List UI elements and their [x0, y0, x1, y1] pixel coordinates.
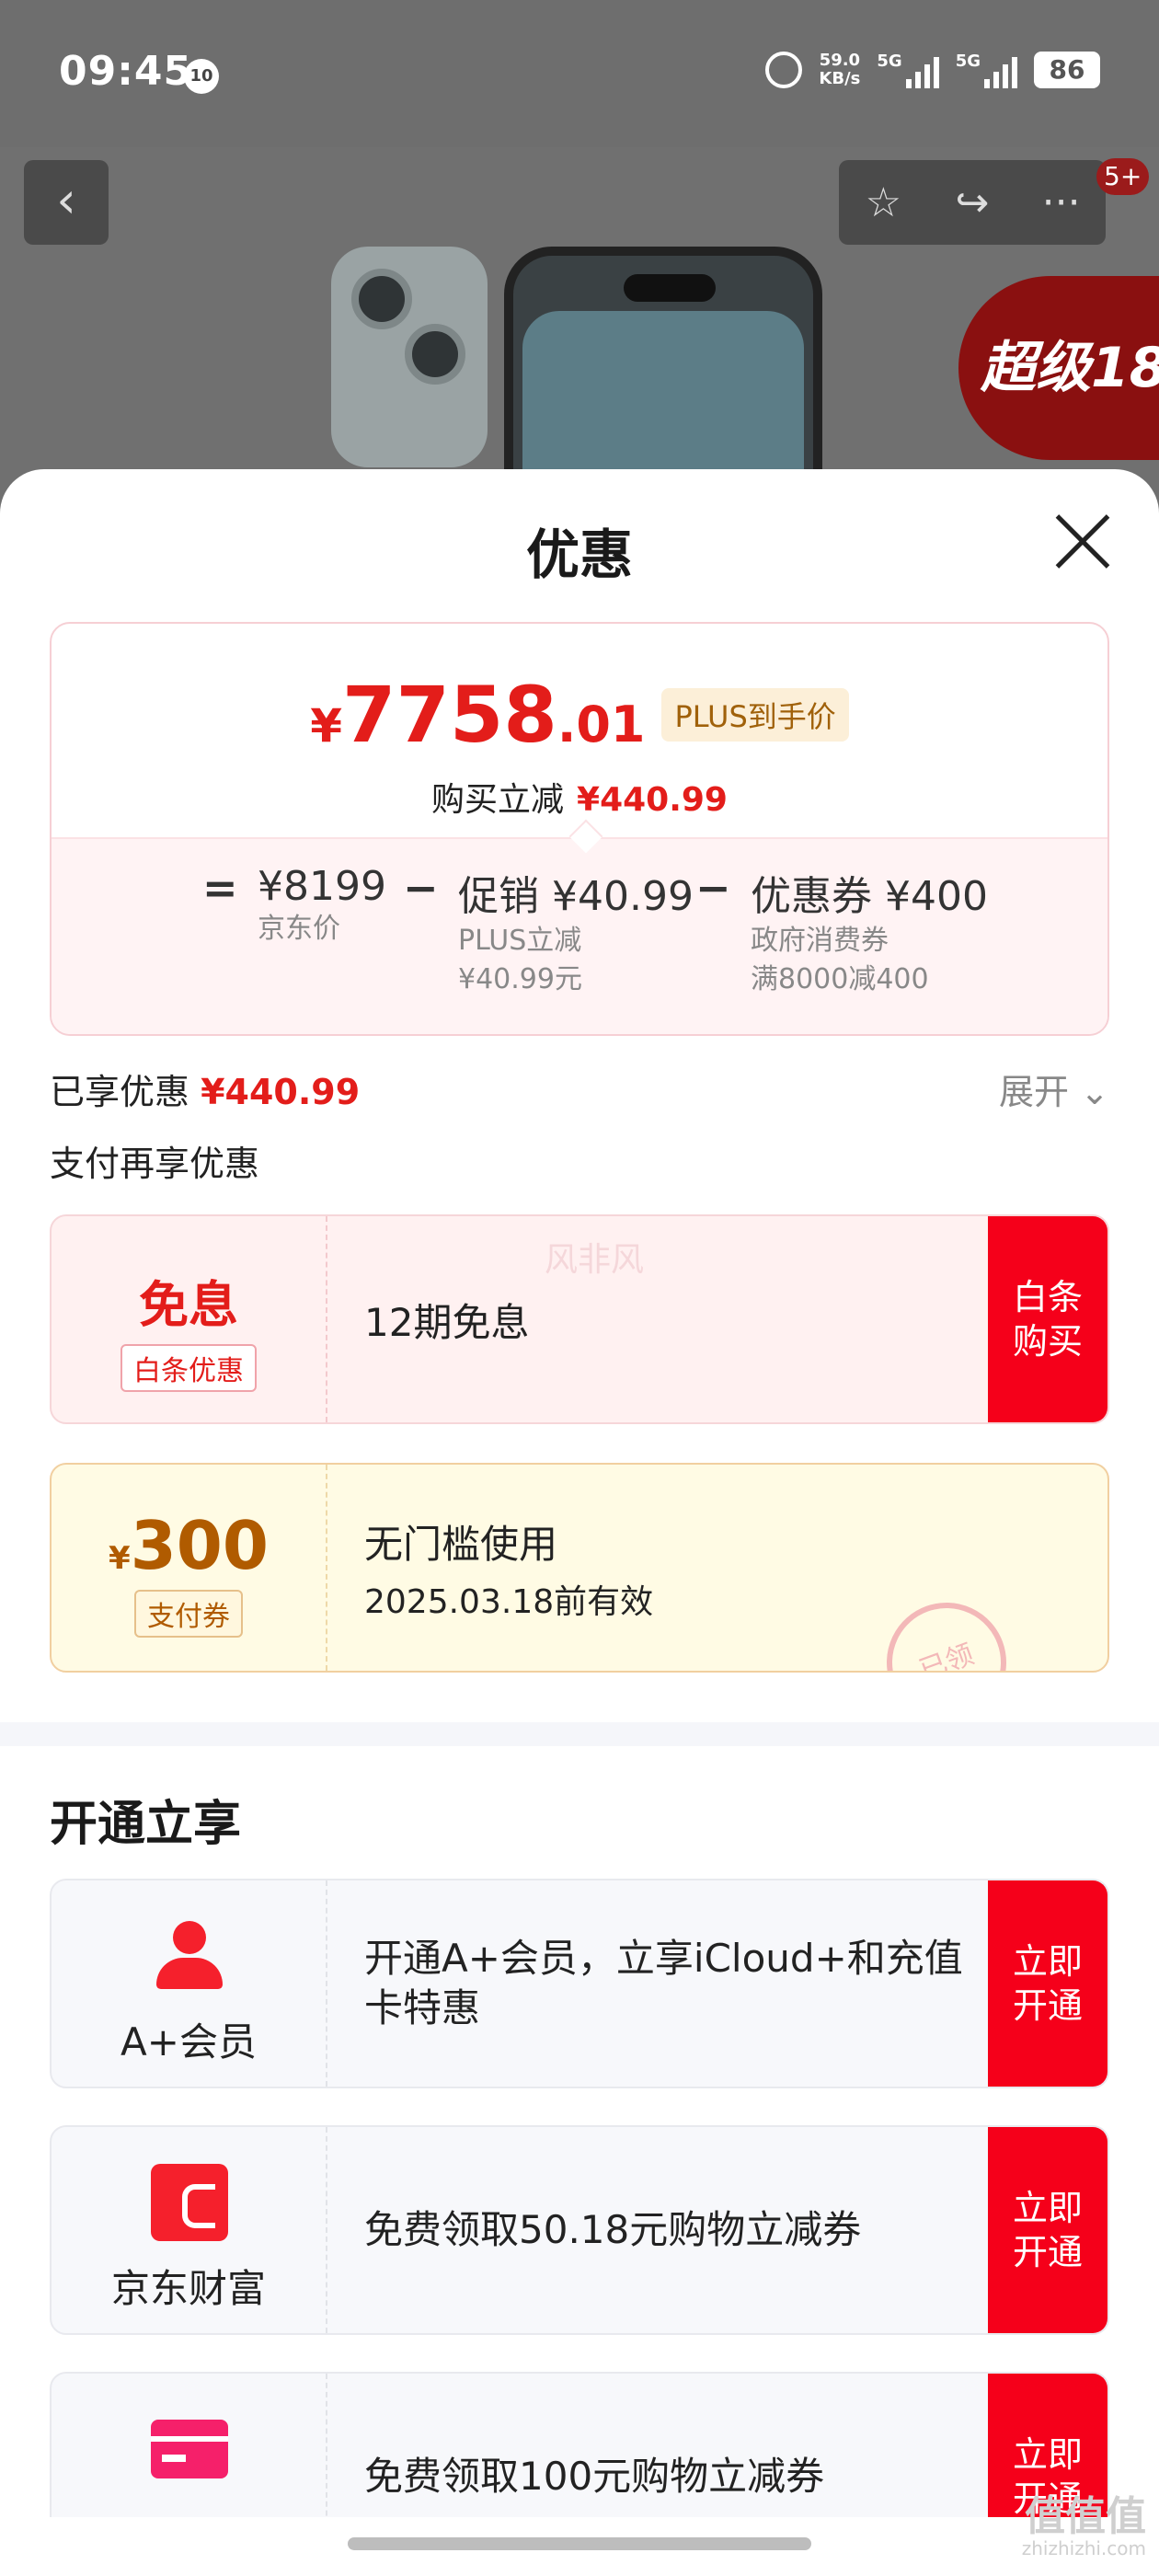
user-icon	[153, 1921, 226, 1995]
price-breakdown-card: ¥ 7758 .01 PLUS到手价 购买立减 ¥440.99 = ¥8199 京…	[50, 622, 1109, 1036]
card-icon	[151, 2420, 228, 2478]
open-now-button[interactable]: 立即 开通	[988, 1880, 1107, 2087]
back-button[interactable]: ‹	[24, 160, 109, 245]
final-price: ¥ 7758 .01 PLUS到手价	[52, 670, 1107, 760]
toolbar-pill: ☆ ↪ ···	[839, 160, 1106, 245]
open-benefits-title: 开通立享	[50, 1797, 242, 1852]
home-indicator[interactable]	[348, 2537, 811, 2550]
favorite-icon[interactable]: ☆	[846, 179, 920, 226]
section-divider	[0, 1722, 1159, 1746]
status-time: 09:45	[59, 48, 193, 95]
promo-discount: 促销 ¥40.99 PLUS立减 ¥40.99元	[458, 873, 694, 995]
discount-sheet: 优惠 ¥ 7758 .01 PLUS到手价 购买立减 ¥440.99 = ¥819…	[0, 469, 1159, 2576]
net-speed: 59.0 KB/s	[819, 51, 861, 88]
expand-button[interactable]: 展开 ⌄	[999, 1064, 1109, 1114]
corner-watermark: 值值值 zhizhizhi.com	[1021, 2493, 1146, 2560]
wallet-icon	[151, 2164, 228, 2241]
member-card-jd-finance[interactable]: 京东财富 免费领取50.18元购物立减券 立即 开通	[50, 2125, 1109, 2335]
more-icon[interactable]: ···	[1025, 179, 1098, 226]
alarm-icon	[765, 52, 803, 88]
message-count-badge: 5+	[1096, 158, 1150, 195]
status-indicators: 59.0 KB/s 5G 5G 86	[765, 52, 1100, 88]
plus-price-tag: PLUS到手价	[661, 688, 849, 742]
pay-coupon-card[interactable]: ¥300 支付券 无门槛使用 2025.03.18前有效 已领	[50, 1463, 1109, 1673]
status-bar: 09:45 10 59.0 KB/s 5G 5G 86	[0, 0, 1159, 147]
coupon-amount: ¥300	[109, 1507, 269, 1584]
promo-banner[interactable]: 超级18	[958, 276, 1159, 460]
share-icon[interactable]: ↪	[935, 179, 1009, 226]
base-price: ¥8199 京东价	[258, 863, 386, 945]
notification-badge-icon: 10	[184, 59, 219, 94]
sheet-title: 优惠	[525, 523, 633, 586]
battery-icon: 86	[1034, 52, 1100, 88]
signal-icon: 5G	[877, 52, 939, 88]
signal-icon-2: 5G	[956, 52, 1017, 88]
chevron-down-icon: ⌄	[1080, 1072, 1109, 1112]
enjoyed-discount: 已享优惠 ¥440.99	[50, 1072, 361, 1112]
pay-discount-title: 支付再享优惠	[50, 1144, 260, 1184]
baitiao-buy-button[interactable]: 白条 购买	[988, 1216, 1107, 1422]
purchase-saving: 购买立减 ¥440.99	[431, 781, 728, 819]
close-icon[interactable]	[1054, 513, 1111, 570]
member-card-aplus[interactable]: A+会员 开通A+会员，立享iCloud+和充值卡特惠 立即 开通	[50, 1879, 1109, 2088]
product-phone-back-image	[331, 247, 488, 467]
coupon-discount: 优惠券 ¥400 政府消费券 满8000减400	[751, 873, 988, 995]
interest-free-card[interactable]: 免息 白条优惠 风非风 12期免息 白条 购买	[50, 1214, 1109, 1424]
baitiao-tag: 白条优惠	[120, 1344, 257, 1392]
open-now-button[interactable]: 立即 开通	[988, 2127, 1107, 2333]
